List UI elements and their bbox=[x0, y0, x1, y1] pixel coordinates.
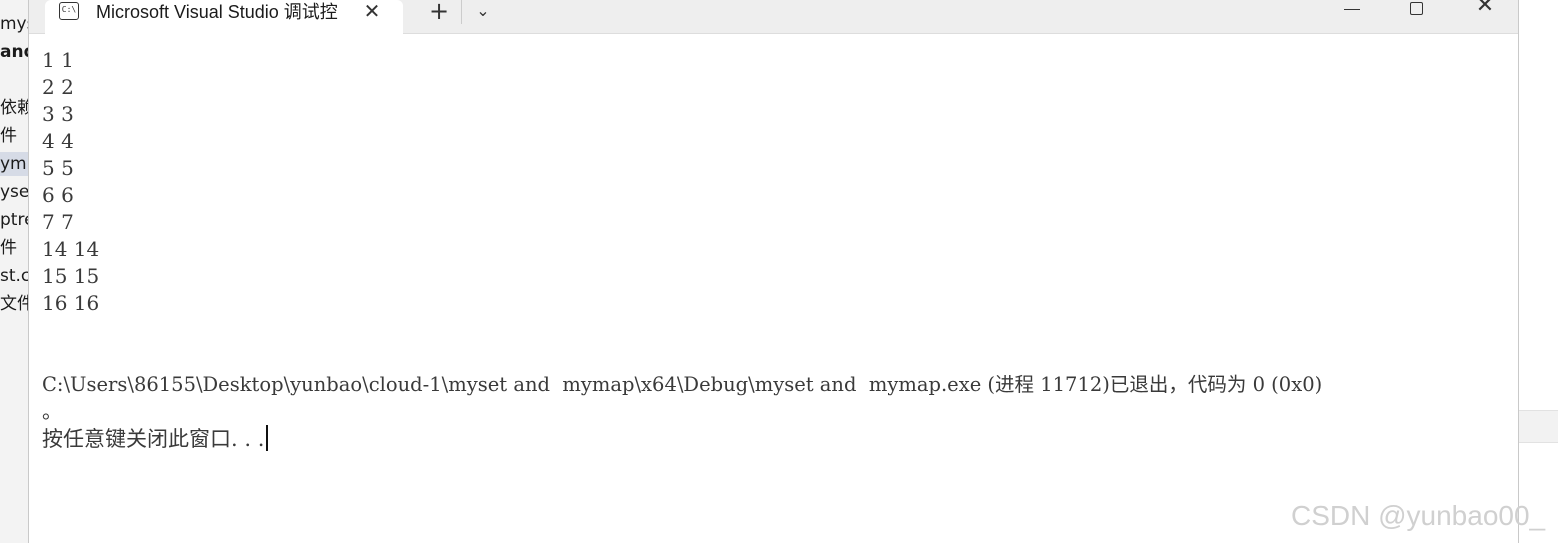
side-item[interactable]: st.c bbox=[0, 264, 28, 288]
side-item[interactable]: 件 bbox=[0, 236, 28, 260]
title-bar: C:\ Microsoft Visual Studio 调试控 ✕ + ⌄ ✕ bbox=[29, 0, 1518, 34]
new-tab-button[interactable]: + bbox=[425, 0, 453, 24]
output-line: 16 16 bbox=[42, 291, 100, 315]
side-item[interactable]: myse bbox=[0, 12, 28, 36]
output-line: 1 1 bbox=[42, 48, 74, 72]
output-line: 6 6 bbox=[42, 183, 74, 207]
watermark: CSDN @yunbao00_ bbox=[1291, 500, 1546, 531]
close-tab-icon[interactable]: ✕ bbox=[361, 0, 383, 23]
side-item[interactable]: 件 bbox=[0, 124, 28, 148]
exit-message: C:\Users\86155\Desktop\yunbao\cloud-1\my… bbox=[42, 373, 1323, 396]
chevron-down-icon[interactable]: ⌄ bbox=[469, 0, 497, 24]
minimize-button[interactable] bbox=[1329, 0, 1375, 18]
solution-explorer-strip: myse and 依赖 件 ymi yse ptre 件 st.c 文件 bbox=[0, 0, 28, 543]
console-tab[interactable]: C:\ Microsoft Visual Studio 调试控 ✕ bbox=[45, 0, 403, 34]
close-prompt: 按任意键关闭此窗口. . . bbox=[42, 425, 269, 453]
background-editor-strip bbox=[1519, 0, 1558, 543]
text-cursor bbox=[266, 425, 269, 451]
output-line: 15 15 bbox=[42, 264, 100, 288]
output-line: 2 2 bbox=[42, 75, 74, 99]
maximize-button[interactable] bbox=[1393, 0, 1439, 18]
side-item[interactable]: yse bbox=[0, 180, 28, 204]
close-window-button[interactable]: ✕ bbox=[1462, 0, 1508, 18]
close-prompt-text: 按任意键关闭此窗口. . . bbox=[42, 427, 265, 451]
tab-title: Microsoft Visual Studio 调试控 bbox=[96, 2, 338, 22]
debug-console-window: C:\ Microsoft Visual Studio 调试控 ✕ + ⌄ ✕ … bbox=[28, 0, 1519, 543]
exit-message-tail: 。 bbox=[42, 399, 62, 423]
minimize-icon bbox=[1344, 8, 1360, 10]
output-line: 3 3 bbox=[42, 102, 74, 126]
side-item bbox=[0, 68, 28, 92]
maximize-icon bbox=[1409, 1, 1423, 15]
side-item[interactable]: and bbox=[0, 40, 28, 64]
background-band bbox=[1519, 410, 1558, 443]
side-item[interactable]: 文件 bbox=[0, 292, 28, 316]
side-item[interactable]: 依赖 bbox=[0, 96, 28, 120]
side-item[interactable]: ptre bbox=[0, 208, 28, 232]
terminal-icon: C:\ bbox=[59, 2, 79, 20]
output-line: 4 4 bbox=[42, 129, 74, 153]
side-item-selected[interactable]: ymi bbox=[0, 152, 28, 176]
output-line: 7 7 bbox=[42, 210, 74, 234]
titlebar-divider bbox=[461, 0, 462, 24]
output-line: 14 14 bbox=[42, 237, 100, 261]
output-line: 5 5 bbox=[42, 156, 74, 180]
console-output[interactable]: 1 1 2 2 3 3 4 4 5 5 6 6 7 7 14 14 15 15 … bbox=[42, 47, 1512, 451]
